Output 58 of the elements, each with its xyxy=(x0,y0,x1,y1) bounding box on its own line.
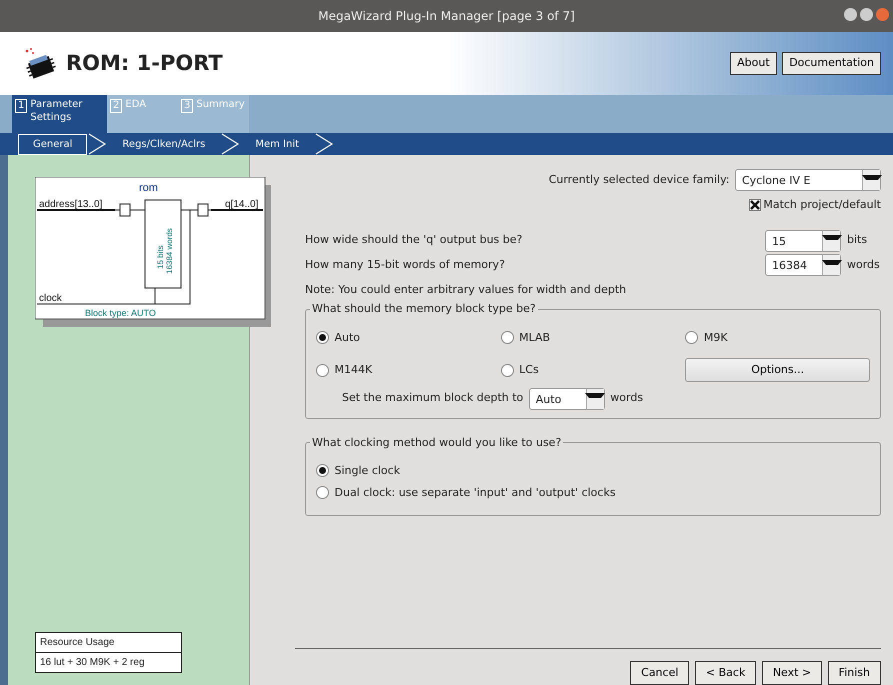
footer-button[interactable]: Finish xyxy=(828,660,881,685)
device-family-label: Currently selected device family: xyxy=(548,172,730,188)
radio-button[interactable] xyxy=(685,331,698,344)
close-icon[interactable] xyxy=(876,8,889,21)
resource-usage-title: Resource Usage xyxy=(36,633,181,653)
checkbox-label: Match project/default xyxy=(763,196,881,212)
chevron-icon xyxy=(220,133,240,155)
block-type-label: Block type: AUTO xyxy=(85,308,156,318)
window-title: MegaWizard Plug-In Manager [page 3 of 7] xyxy=(318,8,575,25)
width-label: 15 bits xyxy=(156,245,165,269)
output-port-label: q[14..0] xyxy=(225,199,258,210)
field-label: How wide should the 'q' output bus be? xyxy=(305,232,522,248)
device-family-dropdown[interactable]: Cyclone IV E xyxy=(735,169,881,191)
field-label: How many 15-bit words of memory? xyxy=(305,257,505,273)
options-button[interactable]: Options... xyxy=(685,358,870,382)
unit-label: words xyxy=(846,257,881,273)
chevron-icon xyxy=(314,133,334,155)
footer-button[interactable]: Next > xyxy=(762,660,822,685)
input-port-label: address[13..0] xyxy=(39,199,102,210)
group-title: What should the memory block type be? xyxy=(311,301,537,317)
radio-button[interactable] xyxy=(316,486,329,500)
footer-button[interactable]: < Back xyxy=(694,660,756,685)
group-title: What clocking method would you like to use? xyxy=(311,434,562,450)
depth-dropdown[interactable]: Auto xyxy=(528,388,605,410)
checkbox[interactable] xyxy=(748,198,761,211)
step-tab[interactable]: 1 Parameter Settings xyxy=(12,95,107,133)
radio-button[interactable] xyxy=(316,464,329,478)
radio-label: M144K xyxy=(334,362,372,378)
unit-label: bits xyxy=(846,232,868,248)
radio-label: LCs xyxy=(519,362,539,378)
radio-label: Auto xyxy=(334,330,360,346)
radio-button[interactable] xyxy=(316,364,329,376)
radio-label: MLAB xyxy=(519,330,550,346)
subtab[interactable]: Mem Init xyxy=(240,134,314,154)
depth-label: Set the maximum block depth to xyxy=(342,390,524,406)
header-button[interactable]: About xyxy=(730,52,777,75)
unit-label: words xyxy=(610,390,644,406)
radio-button[interactable] xyxy=(500,364,514,376)
maximize-icon[interactable] xyxy=(860,8,873,21)
header-button[interactable]: Documentation xyxy=(782,52,881,75)
subtab[interactable]: General xyxy=(18,134,88,154)
value-dropdown[interactable]: 16384 xyxy=(765,254,841,276)
header-title: ROM: 1-PORT xyxy=(66,50,223,77)
clock-port-label: clock xyxy=(39,293,62,304)
diagram-name: rom xyxy=(139,182,158,194)
subtab[interactable]: Regs/Clken/Aclrs xyxy=(107,134,220,154)
minimize-icon[interactable] xyxy=(844,8,857,21)
chevron-icon xyxy=(87,133,108,155)
note-text: Note: You could enter arbitrary values for width and depth xyxy=(305,282,628,298)
radio-label: Single clock xyxy=(334,462,400,478)
radio-button[interactable] xyxy=(500,331,514,344)
radio-label: M9K xyxy=(704,330,728,346)
footer-button[interactable]: Cancel xyxy=(630,660,690,685)
depth-label: 16384 words xyxy=(165,228,174,274)
radio-button[interactable] xyxy=(316,331,329,344)
resource-usage-value: 16 lut + 30 M9K + 2 reg xyxy=(39,656,146,670)
value-dropdown[interactable]: 15 xyxy=(765,230,841,252)
radio-label: Dual clock: use separate 'input' and 'output' clocks xyxy=(334,484,616,500)
